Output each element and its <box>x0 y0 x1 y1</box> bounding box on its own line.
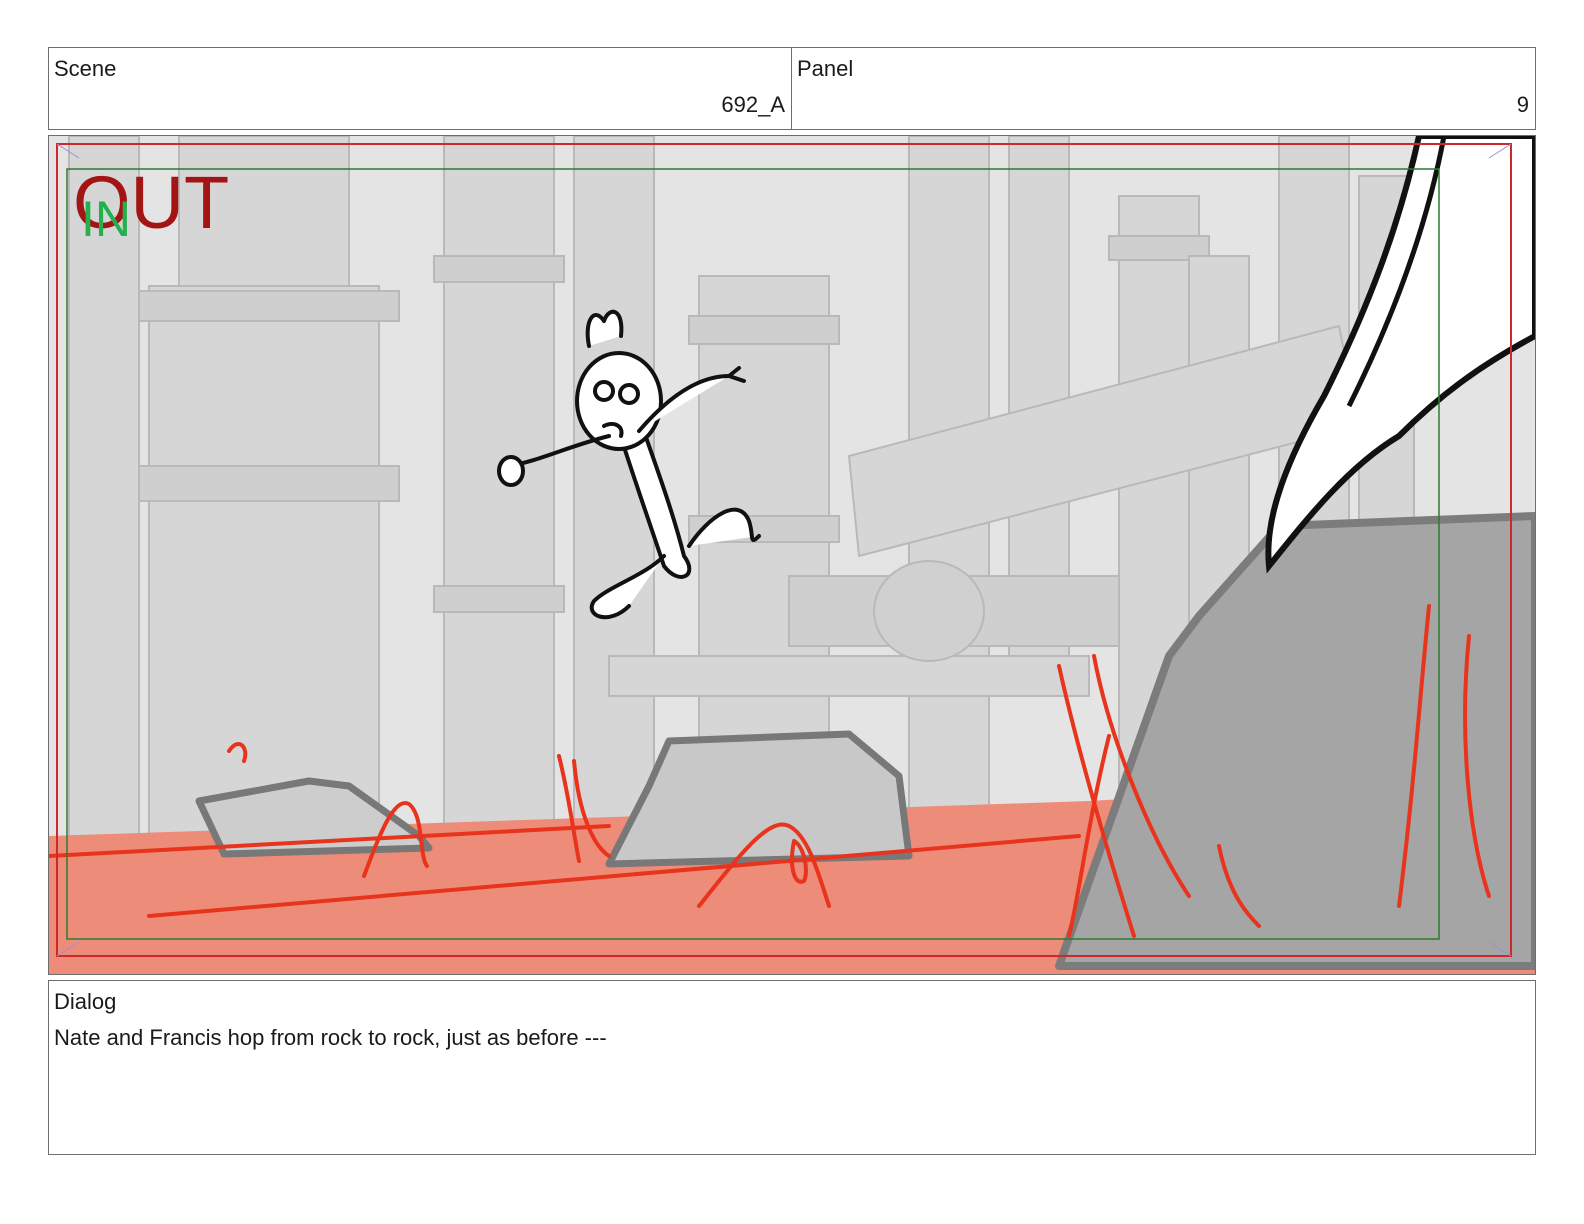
dialog-text: Nate and Francis hop from rock to rock, … <box>54 1025 607 1050</box>
panel-number: 9 <box>1516 92 1529 117</box>
scene-field: Scene 692_A <box>48 47 792 130</box>
panel-label: Panel <box>797 56 854 81</box>
dialog-field: Dialog Nate and Francis hop from rock to… <box>48 980 1536 1155</box>
panel-field: Panel 9 <box>791 47 1536 130</box>
scene-label: Scene <box>54 56 117 81</box>
storyboard-frame: OUT IN <box>48 135 1536 975</box>
in-marker: IN <box>81 191 131 247</box>
dialog-label: Dialog <box>54 989 117 1014</box>
storyboard-drawing <box>49 136 1535 974</box>
scene-number: 692_A <box>721 92 785 117</box>
